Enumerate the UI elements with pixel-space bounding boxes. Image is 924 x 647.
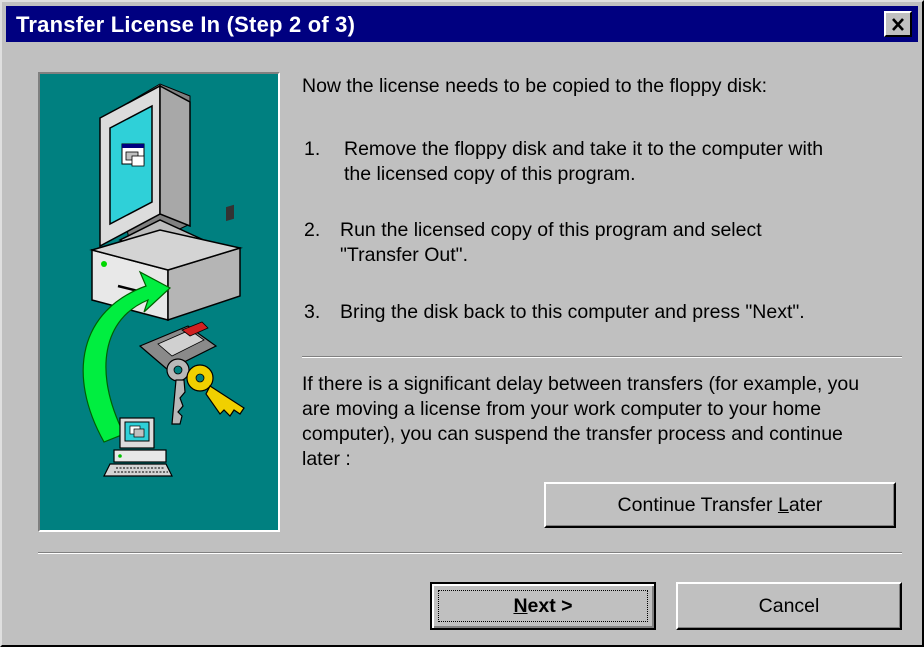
footer-divider [38, 552, 902, 554]
cancel-button[interactable]: Cancel [676, 582, 902, 630]
dialog-window: Transfer License In (Step 2 of 3) Now th… [0, 0, 924, 647]
close-button[interactable] [884, 11, 912, 37]
transfer-illustration [38, 72, 280, 532]
step-number: 2. [304, 219, 321, 241]
continue-transfer-later-button[interactable]: Continue Transfer Later [544, 482, 896, 528]
button-label: Cancel [758, 594, 820, 617]
computer-icon [89, 83, 243, 322]
next-button[interactable]: Next > [430, 582, 656, 630]
step-text: Bring the disk back to this computer and… [340, 301, 805, 323]
step-number: 3. [304, 301, 321, 323]
delay-note-line: are moving a license from your work comp… [302, 398, 822, 420]
transfer-illustration-art [82, 83, 245, 477]
step-number: 1. [304, 138, 321, 160]
button-label: Next > [513, 594, 573, 617]
intro-text: Now the license needs to be copied to th… [302, 75, 768, 97]
delay-note-line: later : [302, 448, 351, 470]
button-label: Continue Transfer Later [617, 493, 823, 516]
key-icon [166, 358, 245, 425]
step-text: Run the licensed copy of this program an… [340, 219, 762, 266]
delay-note-line: computer), you can suspend the transfer … [302, 423, 843, 445]
delay-note-line: If there is a significant delay between … [302, 373, 860, 395]
step-text: Remove the floppy disk and take it to th… [344, 138, 824, 185]
content-divider [302, 356, 902, 358]
window-title: Transfer License In (Step 2 of 3) [16, 12, 356, 37]
title-bar[interactable]: Transfer License In (Step 2 of 3) [6, 6, 918, 42]
close-x-icon [892, 17, 904, 31]
